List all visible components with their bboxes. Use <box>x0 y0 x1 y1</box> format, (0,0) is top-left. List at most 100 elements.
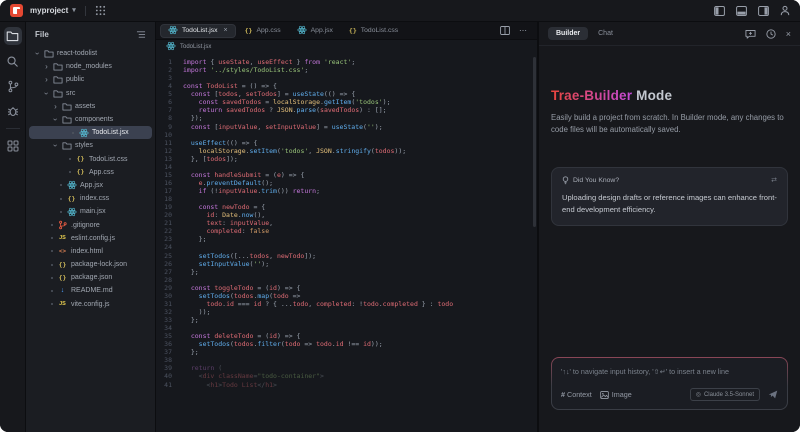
model-selector[interactable]: ◎ Claude 3.5-Sonnet <box>689 388 760 401</box>
code-line-15: 15 const handleSubmit = (e) => { <box>156 171 537 179</box>
tree-folder-public[interactable]: › public <box>26 73 155 86</box>
tree-file-app-css[interactable]: {} App.css <box>26 166 155 179</box>
react-icon <box>78 128 89 138</box>
source-control-icon[interactable] <box>4 77 22 95</box>
tree-file-todolist-jsx[interactable]: TodoList.jsx <box>29 126 152 140</box>
code-line-35: 35 const deleteTodo = (id) => { <box>156 332 537 340</box>
line-number: 2 <box>168 66 172 75</box>
tree-file-index-css[interactable]: {} index.css <box>26 192 155 205</box>
folder-icon <box>61 102 72 111</box>
tree-file-package-json[interactable]: {} package.json <box>26 271 155 284</box>
line-number: 1 <box>168 58 172 66</box>
toggle-right-panel-icon[interactable] <box>758 5 769 16</box>
braces-icon: {} <box>348 26 357 35</box>
send-icon[interactable] <box>768 390 778 399</box>
tree-folder-components[interactable]: › components <box>26 113 155 126</box>
breadcrumb[interactable]: TodoList.jsx <box>156 40 537 53</box>
code-line-29: 29 const toggleTodo = (id) => { <box>156 284 537 292</box>
tree-item-label: assets <box>75 102 96 110</box>
code-line-1: 1 import { useState, useEffect } from 're… <box>156 58 537 66</box>
chat-input[interactable]: '↑↓' to navigate input history, '⇧↵' to … <box>551 357 788 410</box>
tree-file-vite-config-js[interactable]: JS vite.config.js <box>26 298 155 311</box>
code-line-27: 27 }; <box>156 268 537 276</box>
tree-folder-react-todolist[interactable]: › react-todolist <box>26 47 155 60</box>
apps-grid-icon[interactable] <box>95 5 106 16</box>
image-button[interactable]: Image <box>600 390 632 399</box>
split-editor-icon[interactable] <box>500 26 510 35</box>
close-tab-icon[interactable]: × <box>224 27 228 34</box>
editor-scrollbar[interactable] <box>533 57 536 227</box>
line-number: 12 <box>164 146 172 155</box>
close-panel-icon[interactable]: × <box>786 29 791 39</box>
file-dot <box>60 210 62 213</box>
debug-icon[interactable] <box>4 102 22 120</box>
chevron-collapsed-icon: › <box>45 75 48 85</box>
code-line-13: 13 }, [todos]); <box>156 155 537 163</box>
titlebar: myproject ▾ <box>0 0 800 22</box>
project-switcher[interactable]: myproject ▾ <box>30 6 76 15</box>
explorer-icon[interactable] <box>3 27 22 45</box>
line-number: 21 <box>164 219 172 228</box>
editor-tab-todolist-css[interactable]: {} TodoList.css <box>342 24 405 38</box>
tree-item-label: styles <box>75 142 93 150</box>
more-actions-icon[interactable]: ⋯ <box>519 26 528 35</box>
chevron-expanded-icon: › <box>51 118 60 121</box>
search-icon[interactable] <box>4 52 22 70</box>
line-number: 26 <box>164 259 172 268</box>
did-you-know-card: Did You Know? ⇄ Uploading design drafts … <box>551 166 788 227</box>
context-button[interactable]: # Context <box>561 390 592 399</box>
line-number: 15 <box>164 170 172 179</box>
html-icon: <> <box>58 247 67 255</box>
tree-item-label: package.json <box>71 274 113 282</box>
tree-file-gitignore[interactable]: .gitignore <box>26 218 155 231</box>
tree-file-todolist-css[interactable]: {} TodoList.css <box>26 153 155 166</box>
chevron-down-icon: ▾ <box>72 6 76 14</box>
tree-file-app-jsx[interactable]: App.jsx <box>26 179 155 192</box>
toggle-left-panel-icon[interactable] <box>714 5 725 16</box>
file-dot <box>69 158 71 161</box>
line-number: 27 <box>164 267 172 276</box>
account-icon[interactable] <box>780 5 790 16</box>
line-number: 6 <box>168 98 172 107</box>
tree-file-index-html[interactable]: <> index.html <box>26 245 155 258</box>
line-number: 10 <box>164 130 172 139</box>
tab-builder[interactable]: Builder <box>548 27 589 40</box>
code-line-14: 14 <box>156 163 537 171</box>
line-number: 31 <box>164 299 172 308</box>
code-line-20: 20 id: Date.now(), <box>156 211 537 219</box>
editor-tab-todolist-jsx[interactable]: TodoList.jsx × <box>160 23 236 38</box>
file-dot <box>51 224 53 227</box>
explorer-options-icon[interactable] <box>136 30 146 39</box>
tree-item-label: TodoList.css <box>89 155 128 163</box>
tree-file-eslint-config-js[interactable]: JS eslint.config.js <box>26 232 155 245</box>
code-line-28: 28 <box>156 276 537 284</box>
tree-item-label: public <box>66 76 85 84</box>
history-icon[interactable] <box>766 28 776 39</box>
tree-folder-styles[interactable]: › styles <box>26 139 155 152</box>
tree-file-main-jsx[interactable]: main.jsx <box>26 205 155 218</box>
line-number: 8 <box>168 114 172 123</box>
editor-tab-app-css[interactable]: {} App.css <box>238 24 288 38</box>
code-line-18: 18 <box>156 195 537 203</box>
code-line-6: 6 const savedTodos = localStorage.getIte… <box>156 98 537 106</box>
tab-chat[interactable]: Chat <box>590 27 621 40</box>
extensions-icon[interactable] <box>4 137 22 155</box>
code-line-21: 21 text: inputValue, <box>156 219 537 227</box>
tree-folder-assets[interactable]: › assets <box>26 100 155 113</box>
tree-item-label: react-todolist <box>57 50 98 58</box>
code-line-10: 10 <box>156 131 537 139</box>
new-chat-icon[interactable] <box>745 29 756 39</box>
tree-file-package-lock-json[interactable]: {} package-lock.json <box>26 258 155 271</box>
trae-logo[interactable] <box>10 4 23 17</box>
line-number: 23 <box>164 235 172 244</box>
tree-folder-src[interactable]: › src <box>26 87 155 100</box>
code-line-32: 32 )); <box>156 308 537 316</box>
editor-tab-app-jsx[interactable]: App.jsx <box>290 24 340 38</box>
line-number: 3 <box>168 74 172 83</box>
tree-folder-node-modules[interactable]: › node_modules <box>26 60 155 73</box>
tree-file-readme-md[interactable]: ↓ README.md <box>26 284 155 297</box>
code-area[interactable]: 1 import { useState, useEffect } from 're… <box>156 58 537 389</box>
toggle-bottom-panel-icon[interactable] <box>736 5 747 16</box>
shuffle-tip-icon[interactable]: ⇄ <box>771 176 777 184</box>
line-number: 33 <box>164 316 172 324</box>
